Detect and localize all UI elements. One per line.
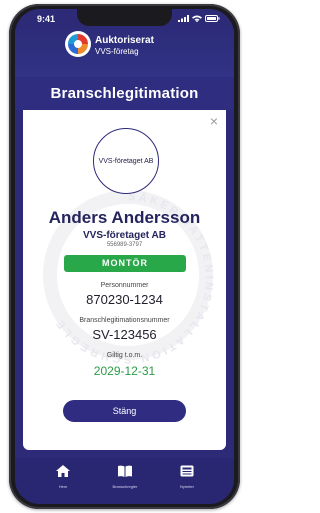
card-title: Branschlegitimation (15, 77, 234, 110)
status-time: 9:41 (37, 14, 56, 24)
signal-icon (178, 15, 189, 22)
legitimation-card: SÄKER VATTENINSTALLATION SCHREGLE × VVS-… (23, 110, 226, 450)
org-number: 556989-3797 (106, 242, 143, 248)
brand-line1: Auktoriserat (95, 35, 154, 46)
tab-nyheter[interactable]: Nyheter (157, 464, 217, 489)
personnummer-value: 870230-1234 (86, 292, 163, 307)
valid-label: Giltig t.o.m. (106, 352, 143, 359)
wifi-icon (192, 15, 202, 22)
stage: 9:41 Auktoriserat VVS-företag Branschleg… (0, 0, 249, 513)
company-name: VVS-företaget AB (83, 230, 166, 241)
tab-branschregler-label: Branschregler (112, 484, 138, 489)
status-icons (178, 15, 220, 22)
legitimation-label: Branschlegitimationsnummer (79, 317, 170, 324)
tab-home-label: Hem (58, 484, 68, 489)
battery-icon (205, 15, 220, 22)
phone-screen: 9:41 Auktoriserat VVS-företag Branschleg… (15, 9, 234, 504)
personnummer-label: Personnummer (100, 282, 149, 289)
close-button[interactable]: Stäng (63, 400, 186, 422)
valid-date: 2029-12-31 (93, 364, 156, 378)
book-icon (118, 465, 132, 477)
legitimation-value: SV-123456 (92, 327, 157, 342)
tab-home[interactable]: Hem (33, 464, 93, 489)
brand-text: Auktoriserat VVS-företag (95, 35, 154, 57)
phone-frame: 9:41 Auktoriserat VVS-företag Branschleg… (9, 4, 240, 509)
role-badge: MONTÖR (64, 255, 186, 272)
home-icon (56, 465, 70, 477)
photo-placeholder-text: VVS-företaget AB (98, 157, 154, 165)
tab-nyheter-label: Nyheter (179, 484, 194, 489)
close-icon[interactable]: × (210, 114, 218, 128)
news-icon (180, 465, 194, 477)
phone-notch (77, 9, 172, 26)
tab-bar: Hem Branschregler Nyheter (15, 458, 234, 504)
logo-icon (66, 32, 90, 56)
person-name: Anders Andersson (48, 208, 201, 227)
profile-photo: VVS-företaget AB (93, 128, 159, 194)
auktoriserat-logo (65, 31, 91, 57)
brand-line2: VVS-företag (95, 47, 139, 56)
tab-branschregler[interactable]: Branschregler (95, 464, 155, 489)
